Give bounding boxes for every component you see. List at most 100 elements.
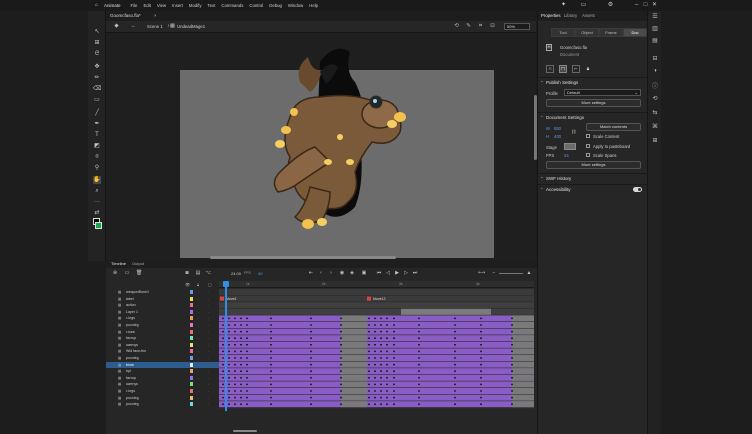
keyframe-dot[interactable] bbox=[380, 383, 382, 386]
keyframe-dot[interactable] bbox=[222, 324, 224, 326]
color-panel-icon[interactable]: ◑ bbox=[651, 67, 659, 75]
keyframe-dot[interactable] bbox=[380, 390, 382, 392]
layer-color-swatch[interactable] bbox=[190, 356, 193, 360]
keyframe-dot[interactable] bbox=[228, 390, 230, 392]
accessibility-header[interactable]: Accessibility bbox=[538, 185, 648, 192]
layer-color-swatch[interactable] bbox=[190, 342, 193, 347]
static-frame-span[interactable] bbox=[512, 328, 534, 335]
keyframe-dot[interactable] bbox=[340, 390, 342, 392]
keyframe-dot[interactable] bbox=[222, 376, 224, 379]
menu-commands[interactable]: Commands bbox=[221, 3, 243, 8]
keyframe-dot[interactable] bbox=[234, 370, 236, 373]
keyframe-dot[interactable] bbox=[374, 383, 376, 386]
keyframe-dot[interactable] bbox=[222, 370, 224, 373]
keyframe-dot[interactable] bbox=[374, 324, 376, 326]
keyframe-dot[interactable] bbox=[374, 337, 376, 340]
last-frame-icon[interactable]: ⏭ bbox=[412, 270, 418, 276]
keyframe-dot[interactable] bbox=[340, 350, 342, 353]
keyframe-dot[interactable] bbox=[228, 396, 230, 399]
keyframe-dot[interactable] bbox=[246, 324, 248, 326]
keyframe-dot[interactable] bbox=[393, 343, 395, 346]
rotate-stage-icon[interactable]: ⟲ bbox=[453, 23, 460, 30]
keyframe-dot[interactable] bbox=[511, 330, 513, 333]
keyframe-dot[interactable] bbox=[368, 390, 370, 392]
keyframe-dot[interactable] bbox=[454, 370, 456, 373]
keyframe-dot[interactable] bbox=[368, 317, 370, 320]
guides-icon[interactable]: ⌐ bbox=[572, 65, 580, 73]
layer-name[interactable]: Layer 1 bbox=[126, 309, 138, 315]
keyframe-dot[interactable] bbox=[340, 317, 342, 320]
keyframe-dot[interactable] bbox=[386, 396, 388, 399]
keyframe-dot[interactable] bbox=[270, 383, 272, 386]
keyframe-dot[interactable] bbox=[380, 324, 382, 326]
keyframe-dot[interactable] bbox=[240, 330, 242, 333]
history-panel-icon[interactable]: ⇆ bbox=[651, 109, 659, 117]
keyframe-dot[interactable] bbox=[418, 330, 420, 333]
keyframe-dot[interactable] bbox=[393, 370, 395, 373]
layer-color-swatch[interactable] bbox=[190, 375, 193, 380]
keyframe-dot[interactable] bbox=[418, 343, 420, 346]
layer-name[interactable]: weaponBone1 bbox=[126, 289, 149, 295]
keyframe-dot[interactable] bbox=[310, 337, 312, 340]
menu-help[interactable]: Help bbox=[309, 3, 318, 8]
layer-name[interactable]: pocoleg bbox=[126, 322, 139, 328]
static-frame-span[interactable] bbox=[512, 374, 534, 381]
keyframe-dot[interactable] bbox=[222, 337, 224, 340]
static-frame-span[interactable] bbox=[341, 361, 367, 368]
keyframe-dot[interactable] bbox=[368, 357, 370, 359]
keyframe-dot[interactable] bbox=[511, 403, 513, 406]
keyframe-dot[interactable] bbox=[374, 390, 376, 392]
keyframe-dot[interactable] bbox=[418, 376, 420, 379]
fill-color-swatch[interactable] bbox=[95, 222, 102, 229]
keyframe-dot[interactable] bbox=[228, 357, 230, 359]
magnet-icon[interactable]: ∩ bbox=[546, 65, 554, 73]
keyframe-dot[interactable] bbox=[234, 343, 236, 346]
layer-name[interactable]: label bbox=[126, 296, 134, 302]
width-value[interactable]: 550 bbox=[554, 126, 561, 131]
close-tab-icon[interactable]: × bbox=[154, 13, 157, 18]
keyframe-dot[interactable] bbox=[240, 357, 242, 359]
document-more-settings-button[interactable]: More settings bbox=[546, 161, 641, 169]
keyframe-dot[interactable] bbox=[393, 383, 395, 386]
layer-row[interactable]: ▦ r-legs · · bbox=[106, 315, 219, 321]
mode-tab-frame[interactable]: Frame bbox=[599, 28, 623, 37]
keyframe-dot[interactable] bbox=[374, 363, 376, 366]
frame-view-icon[interactable]: ▣ bbox=[361, 270, 367, 276]
layer-color-swatch[interactable] bbox=[190, 395, 193, 400]
static-frame-span[interactable] bbox=[341, 315, 367, 322]
keyframe-dot[interactable] bbox=[240, 350, 242, 353]
layer-row[interactable]: ▦ weaponBone1 · · bbox=[106, 289, 219, 295]
play-icon[interactable]: ▶ bbox=[394, 270, 400, 276]
layer-color-swatch[interactable] bbox=[190, 369, 193, 374]
tween-span[interactable] bbox=[219, 341, 534, 348]
menu-text[interactable]: Text bbox=[208, 3, 216, 8]
menu-insert[interactable]: Insert bbox=[172, 3, 183, 8]
keyframe-dot[interactable] bbox=[393, 337, 395, 340]
static-frame-span[interactable] bbox=[512, 348, 534, 355]
static-frame-span[interactable] bbox=[512, 335, 534, 342]
keyframe-dot[interactable] bbox=[418, 403, 420, 406]
keyframe-dot[interactable] bbox=[368, 337, 370, 340]
keyframe-dot[interactable] bbox=[340, 383, 342, 386]
scene-icon[interactable]: ◆ bbox=[113, 23, 120, 30]
keyframe-dot[interactable] bbox=[374, 350, 376, 353]
static-frame-span[interactable] bbox=[512, 388, 534, 394]
keyframe-dot[interactable] bbox=[368, 330, 370, 333]
stage-color-swatch[interactable] bbox=[564, 143, 576, 150]
tween-span[interactable] bbox=[219, 401, 534, 408]
fps-readout[interactable]: 24.00 bbox=[231, 271, 241, 276]
keyframe-dot[interactable] bbox=[386, 343, 388, 346]
tween-span[interactable] bbox=[219, 348, 534, 355]
character-artwork[interactable] bbox=[260, 42, 420, 232]
tab-assets[interactable]: Assets bbox=[582, 13, 595, 18]
keyframe-dot[interactable] bbox=[340, 330, 342, 333]
keyframe-dot[interactable] bbox=[246, 370, 248, 373]
keyframe-dot[interactable] bbox=[246, 343, 248, 346]
keyframe-dot[interactable] bbox=[386, 370, 388, 373]
keyframe-dot[interactable] bbox=[511, 390, 513, 392]
keyframe-dot[interactable] bbox=[393, 330, 395, 333]
keyframe-dot[interactable] bbox=[418, 390, 420, 392]
document-tab[interactable]: Goomcfaso.fla* bbox=[110, 13, 141, 18]
static-frame-span[interactable] bbox=[512, 322, 534, 328]
tween-span[interactable] bbox=[219, 381, 534, 388]
